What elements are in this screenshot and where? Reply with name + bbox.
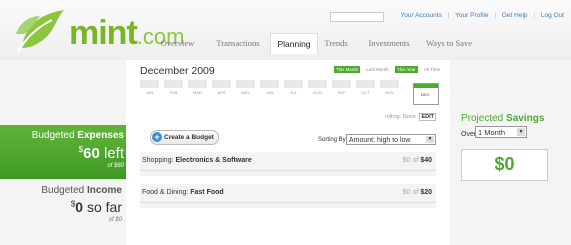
plus-icon: + (152, 132, 162, 142)
current-month-bar (414, 84, 438, 88)
over-label: Over (461, 131, 477, 138)
budgeted-expenses-panel[interactable]: Budgeted Expenses $60 left of $60 (0, 125, 128, 179)
budget-progress-track (140, 170, 436, 171)
period-this-month[interactable]: This Month (333, 66, 361, 73)
left-sidebar: Budgeted Expenses $60 left of $60 Budget… (0, 60, 128, 245)
period-tabs: This Month Last Month This Year All Time (331, 66, 442, 73)
month-bar[interactable] (332, 80, 351, 88)
income-label: Budgeted Income (41, 185, 122, 196)
tab-transactions[interactable]: Transactions (208, 33, 268, 53)
top-links: Your Accounts | Your Profile | Get Help … (397, 12, 564, 19)
month-timeline: JAN FEB MAR APR MAY JUN JUL AUG SEP OCT … (140, 80, 439, 105)
divider: | (494, 12, 497, 19)
header: mint.com Your Accounts | Your Profile | … (0, 0, 571, 60)
link-your-accounts[interactable]: Your Accounts (401, 12, 442, 19)
link-get-help[interactable]: Get Help (502, 12, 528, 19)
income-so-far-value: $0 so far (70, 199, 122, 215)
create-budget-button[interactable]: + Create a Budget (150, 130, 219, 145)
month-label: NOV (385, 90, 394, 95)
tab-ways-to-save[interactable]: Ways to Save (420, 33, 478, 53)
budget-row[interactable]: Food & Dining: Fast Food $0 of $20 (140, 184, 436, 208)
chevron-down-icon: ▼ (517, 128, 525, 136)
month-label: MAR (193, 90, 202, 95)
income-total: of $0 (108, 217, 122, 223)
projected-savings-title: Projected Savings (461, 113, 545, 124)
link-your-profile[interactable]: Your Profile (455, 12, 488, 19)
expenses-label: Budgeted Expenses (31, 130, 124, 141)
month-bar[interactable] (212, 80, 231, 88)
link-log-out[interactable]: Log Out (541, 12, 564, 19)
month-label: DEC (421, 92, 430, 97)
period-last-month[interactable]: Last Month (364, 66, 390, 73)
mint-leaf-icon (16, 10, 64, 53)
month-bar[interactable] (188, 80, 207, 88)
month-label: JAN (145, 90, 154, 95)
planning-panel: December 2009 This Month Last Month This… (126, 60, 450, 245)
budget-amount: $0 of $40 (402, 157, 432, 164)
period-select[interactable]: 1 Month ▼ (475, 126, 527, 138)
tab-overview[interactable]: Overview (150, 33, 205, 53)
sort-label: Sorting By (318, 137, 346, 143)
sort-select[interactable]: Amount: high to low ▼ (346, 134, 436, 145)
month-bar[interactable] (380, 80, 399, 88)
month-bar[interactable] (140, 80, 159, 88)
month-label: MAY (241, 90, 250, 95)
divider: | (533, 12, 536, 19)
budget-category: Food & Dining: Fast Food (142, 189, 224, 196)
month-selected-dec[interactable]: DEC (413, 83, 439, 105)
month-bar[interactable] (236, 80, 255, 88)
month-bar[interactable] (260, 80, 279, 88)
tab-planning[interactable]: Planning (270, 33, 318, 54)
mint-logo[interactable]: mint.com (14, 4, 184, 53)
budgeted-income-panel[interactable]: Budgeted Income $0 so far of $0 (0, 182, 126, 242)
budget-amount: $0 of $20 (402, 189, 432, 196)
period-all-time[interactable]: All Time (422, 66, 442, 73)
edit-rolling-button[interactable]: EDIT (419, 113, 436, 121)
rolling-setting: rolling: None EDIT (385, 113, 436, 121)
projected-savings-value: $0 (494, 154, 515, 174)
month-label: FEB (169, 90, 178, 95)
budget-progress-track (140, 202, 436, 203)
tab-investments[interactable]: Investments (358, 33, 420, 53)
month-bar[interactable] (356, 80, 375, 88)
period-this-year[interactable]: This Year (394, 66, 418, 73)
right-sidebar: Projected Savings Over 1 Month ▼ $0 (450, 60, 571, 245)
month-bar[interactable] (164, 80, 183, 88)
month-label: SEP (337, 90, 346, 95)
month-bar[interactable] (308, 80, 327, 88)
expenses-left-value: $60 left (78, 145, 124, 162)
tab-trends[interactable]: Trends (318, 33, 354, 53)
budget-row[interactable]: Shopping: Electronics & Software $0 of $… (140, 152, 436, 176)
divider: | (447, 12, 450, 19)
month-title: December 2009 (140, 65, 215, 77)
projected-savings-box: $0 (461, 149, 548, 181)
expenses-total: of $60 (107, 163, 124, 169)
budget-category: Shopping: Electronics & Software (142, 157, 252, 164)
chevron-down-icon: ▼ (426, 136, 434, 143)
month-label: APR (217, 90, 226, 95)
month-label: OCT (361, 90, 370, 95)
month-label: JUN (265, 90, 274, 95)
month-label: JUL (289, 90, 298, 95)
month-label: AUG (313, 90, 322, 95)
search-input[interactable] (330, 12, 384, 22)
month-bar[interactable] (284, 80, 303, 88)
